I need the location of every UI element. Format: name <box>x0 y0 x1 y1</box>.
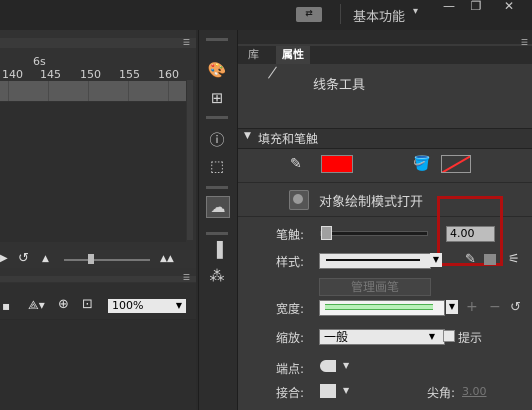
zoom-in-icon[interactable]: ▲▲ <box>160 254 174 264</box>
info-icon[interactable]: ⓘ <box>206 130 228 150</box>
panel-grip[interactable] <box>206 232 228 235</box>
clip-content-icon[interactable]: ⊡ <box>82 297 93 312</box>
chevron-down-icon[interactable]: ▼ <box>172 299 186 313</box>
timeline-zoom-slider[interactable] <box>64 259 150 261</box>
panel-header: ☰ <box>238 30 532 47</box>
tab-library[interactable]: 库 <box>242 46 265 64</box>
style-preview-line <box>326 259 420 261</box>
align-icon[interactable]: ▐ <box>206 240 228 260</box>
cap-label: 端点: <box>276 362 305 376</box>
chevron-down-icon[interactable]: ▼ <box>446 300 458 314</box>
section-title: 填充和笔触 <box>258 132 319 146</box>
edit-symbol-icon[interactable]: ⟁▾ <box>28 298 45 313</box>
minimize-button[interactable]: — <box>436 0 462 14</box>
panel-grip[interactable] <box>206 116 228 119</box>
object-drawing-label: 对象绘制模式打开 <box>319 195 424 210</box>
miter-label: 尖角: <box>427 386 456 400</box>
transform-icon[interactable]: ⬚ <box>206 156 228 176</box>
stroke-cap-icon[interactable]: ⚟ <box>508 252 520 267</box>
edit-scene-icon[interactable]: ▪ <box>2 299 10 313</box>
panel-menu-icon[interactable]: ☰ <box>183 273 190 282</box>
round-cap-icon[interactable] <box>320 360 336 372</box>
stroke-label: 笔触: <box>276 228 305 242</box>
divider <box>340 4 341 24</box>
style-label: 样式: <box>276 255 305 269</box>
center-stage-icon[interactable]: ⊕ <box>58 297 69 312</box>
frame-gridline <box>168 81 169 101</box>
add-icon[interactable]: + <box>466 299 478 315</box>
join-label: 接合: <box>276 386 305 400</box>
slider-handle[interactable] <box>321 226 332 240</box>
style-dropdown[interactable] <box>319 253 431 269</box>
cc-libraries-icon[interactable]: ☁ <box>206 196 230 218</box>
timeline-layers-area[interactable] <box>0 102 186 242</box>
remove-icon[interactable]: − <box>489 299 501 315</box>
scale-label: 缩放: <box>276 331 305 345</box>
pencil-icon: ✎ <box>290 156 302 172</box>
frame-tick-label: 145 <box>40 68 61 81</box>
frame-gridline <box>128 81 129 101</box>
panel-grip[interactable] <box>206 186 228 189</box>
manage-brush-button[interactable]: 管理画笔 <box>319 278 431 296</box>
frame-gridline <box>48 81 49 101</box>
onion-skin-icon[interactable]: ▲ <box>42 254 49 264</box>
loop-icon[interactable]: ↺ <box>18 251 29 266</box>
panel-menu-icon[interactable]: ☰ <box>183 38 190 47</box>
stage-header: ☰ <box>0 273 196 282</box>
fill-color-swatch[interactable] <box>441 155 471 173</box>
chevron-down-icon[interactable]: ▼ <box>427 330 437 343</box>
divider <box>238 182 532 183</box>
tool-column <box>198 30 238 410</box>
align-grid-icon[interactable]: ⊞ <box>206 88 228 108</box>
zoom-input[interactable]: 100% <box>108 299 172 313</box>
workspace-switch-icon[interactable]: ⇄ <box>296 7 322 22</box>
timeline-header: ☰ <box>0 38 196 48</box>
chevron-down-icon[interactable]: ▾ <box>413 6 418 17</box>
chevron-down-icon[interactable]: ▼ <box>430 253 442 267</box>
chevron-down-icon[interactable]: ▼ <box>343 361 349 370</box>
edit-style-icon[interactable]: ✎ <box>465 252 476 267</box>
stage-canvas[interactable] <box>0 320 196 410</box>
components-icon[interactable]: ⁂ <box>206 266 228 286</box>
color-palette-icon[interactable]: 🎨 <box>206 60 228 80</box>
frame-track[interactable] <box>0 81 186 101</box>
frame-gridline <box>88 81 89 101</box>
close-button[interactable]: ✕ <box>496 0 522 14</box>
frame-tick-label: 150 <box>80 68 101 81</box>
frame-tick-label: 155 <box>119 68 140 81</box>
stroke-slider[interactable] <box>320 231 428 236</box>
play-icon[interactable]: ▶ <box>0 253 8 264</box>
width-label: 宽度: <box>276 302 305 316</box>
miter-value[interactable]: 3.00 <box>462 385 487 398</box>
frame-tick-label: 140 <box>2 68 23 81</box>
object-drawing-icon <box>293 194 303 204</box>
panel-grip[interactable] <box>206 38 228 41</box>
reset-icon[interactable]: ↺ <box>510 300 521 315</box>
slider-handle[interactable] <box>88 254 94 264</box>
time-marker: 6s <box>33 55 46 68</box>
tab-properties[interactable]: 属性 <box>276 46 310 64</box>
frame-tick-label: 160 <box>158 68 179 81</box>
brush-library-icon[interactable] <box>484 254 496 265</box>
width-profile-preview <box>325 304 433 310</box>
chevron-down-icon[interactable]: ▼ <box>343 386 349 395</box>
workspace-label[interactable]: 基本功能 <box>353 6 405 25</box>
hint-label: 提示 <box>458 331 483 345</box>
no-fill-icon <box>442 156 470 172</box>
collapse-arrow-icon[interactable]: ▼ <box>244 131 251 141</box>
restore-button[interactable]: ❐ <box>463 0 489 14</box>
round-join-icon[interactable] <box>320 384 336 398</box>
timeline-scrollbar[interactable] <box>187 80 193 240</box>
tool-name: 线条工具 <box>313 78 366 93</box>
stroke-color-swatch[interactable] <box>321 155 353 173</box>
frame-gridline <box>8 81 9 101</box>
hint-checkbox[interactable] <box>443 330 455 342</box>
paint-bucket-icon: 🪣 <box>413 156 431 172</box>
